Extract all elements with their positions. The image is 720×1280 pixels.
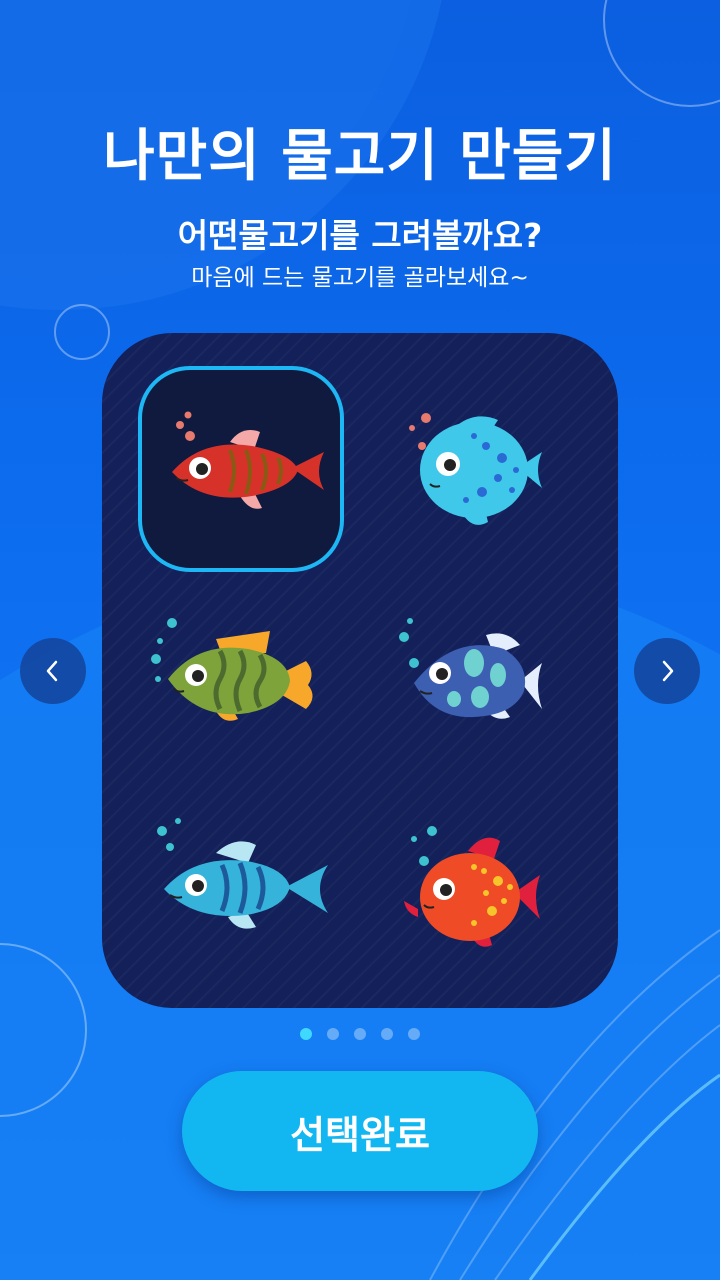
page-subtitle: 어떤물고기를 그려볼까요? — [177, 216, 543, 255]
page-dot-4[interactable] — [381, 1028, 393, 1040]
fish-option-green-wavy[interactable] — [138, 593, 344, 799]
page-dot-5[interactable] — [408, 1028, 420, 1040]
orange-spotted-fish-icon — [404, 826, 540, 947]
chevron-right-icon — [662, 660, 674, 682]
fish-option-cyan-striped[interactable] — [138, 801, 344, 1007]
page-dot-2[interactable] — [327, 1028, 339, 1040]
fish-option-navy-patterned[interactable] — [374, 593, 580, 799]
page-dot-3[interactable] — [354, 1028, 366, 1040]
prev-page-button[interactable] — [20, 638, 86, 704]
green-wavy-fish-icon — [151, 618, 313, 721]
page-description: 마음에 드는 물고기를 골라보세요~ — [191, 265, 529, 291]
fish-option-orange-spotted[interactable] — [374, 801, 580, 1007]
chevron-left-icon — [46, 660, 58, 682]
fish-option-red-striped[interactable] — [138, 366, 344, 572]
fish-selection-panel — [102, 333, 618, 1008]
complete-selection-button[interactable]: 선택완료 — [182, 1071, 538, 1191]
blue-spotted-fish-icon — [409, 413, 542, 525]
fish-option-blue-spotted[interactable] — [374, 366, 580, 572]
page-indicator — [0, 1028, 720, 1040]
red-striped-fish-icon — [172, 411, 324, 509]
navy-patterned-fish-icon — [399, 618, 542, 719]
page-title: 나만의 물고기 만들기 — [103, 124, 617, 189]
page-dot-1[interactable] — [300, 1028, 312, 1040]
cyan-striped-fish-icon — [157, 818, 328, 929]
next-page-button[interactable] — [634, 638, 700, 704]
